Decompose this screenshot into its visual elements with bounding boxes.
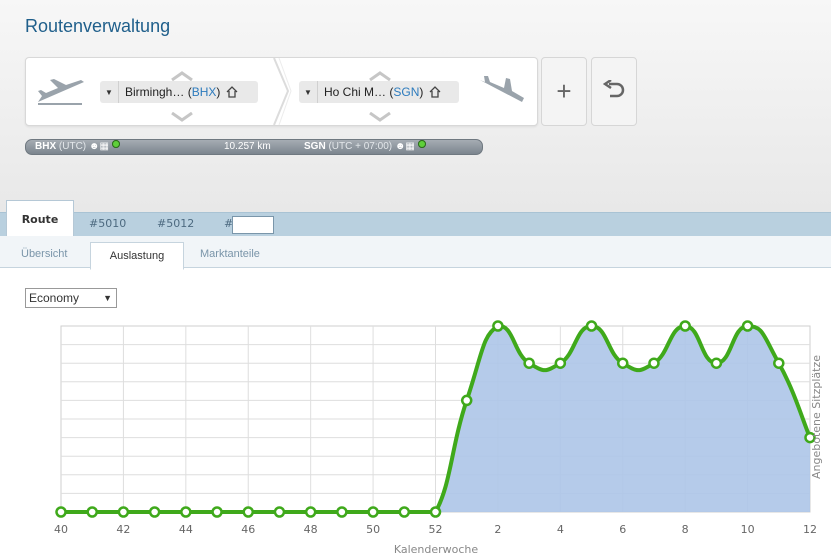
chart-point — [148, 506, 161, 518]
chart-point — [211, 506, 223, 518]
chart-point — [523, 357, 535, 369]
load-chart: 40 42 44 46 48 50 52 2 4 6 8 10 12 Kalenderwoche Ang… — [54, 320, 823, 556]
chart-point — [367, 506, 379, 518]
chart-point — [679, 320, 691, 332]
x-tick-label: 50 — [366, 523, 380, 536]
chart-point — [710, 357, 723, 369]
x-tick-label: 48 — [304, 523, 318, 536]
chart-point — [242, 506, 254, 518]
x-tick-label: 8 — [682, 523, 689, 536]
chart-x-ticks: 40 42 44 46 48 50 52 2 4 6 8 10 12 — [54, 523, 817, 536]
chart-point — [741, 320, 754, 332]
chart-x-axis-label: Kalenderwoche — [394, 543, 479, 556]
chart-point — [86, 506, 98, 518]
chart-point — [773, 357, 785, 369]
chart-point — [460, 394, 473, 407]
chart-point — [304, 506, 317, 518]
x-tick-label: 2 — [494, 523, 501, 536]
chart-point — [180, 506, 192, 518]
chart-point — [554, 357, 567, 369]
chart-point — [55, 506, 67, 518]
x-tick-label: 44 — [179, 523, 193, 536]
chart-point — [429, 506, 442, 518]
chart-y-axis-label: Angebotene Sitzplätze — [810, 355, 823, 479]
chart-point — [648, 357, 660, 369]
x-tick-label: 40 — [54, 523, 68, 536]
chart-point — [117, 506, 130, 518]
x-tick-label: 52 — [429, 523, 443, 536]
x-tick-label: 10 — [741, 523, 755, 536]
chart-point — [398, 506, 411, 518]
x-tick-label: 42 — [116, 523, 130, 536]
chart-point — [336, 506, 348, 518]
chart-point — [585, 320, 598, 332]
x-tick-label: 12 — [803, 523, 817, 536]
chart-point — [617, 357, 629, 369]
x-tick-label: 46 — [241, 523, 255, 536]
x-tick-label: 6 — [619, 523, 626, 536]
chart-point — [273, 506, 286, 518]
chart-point — [492, 320, 504, 332]
x-tick-label: 4 — [557, 523, 564, 536]
